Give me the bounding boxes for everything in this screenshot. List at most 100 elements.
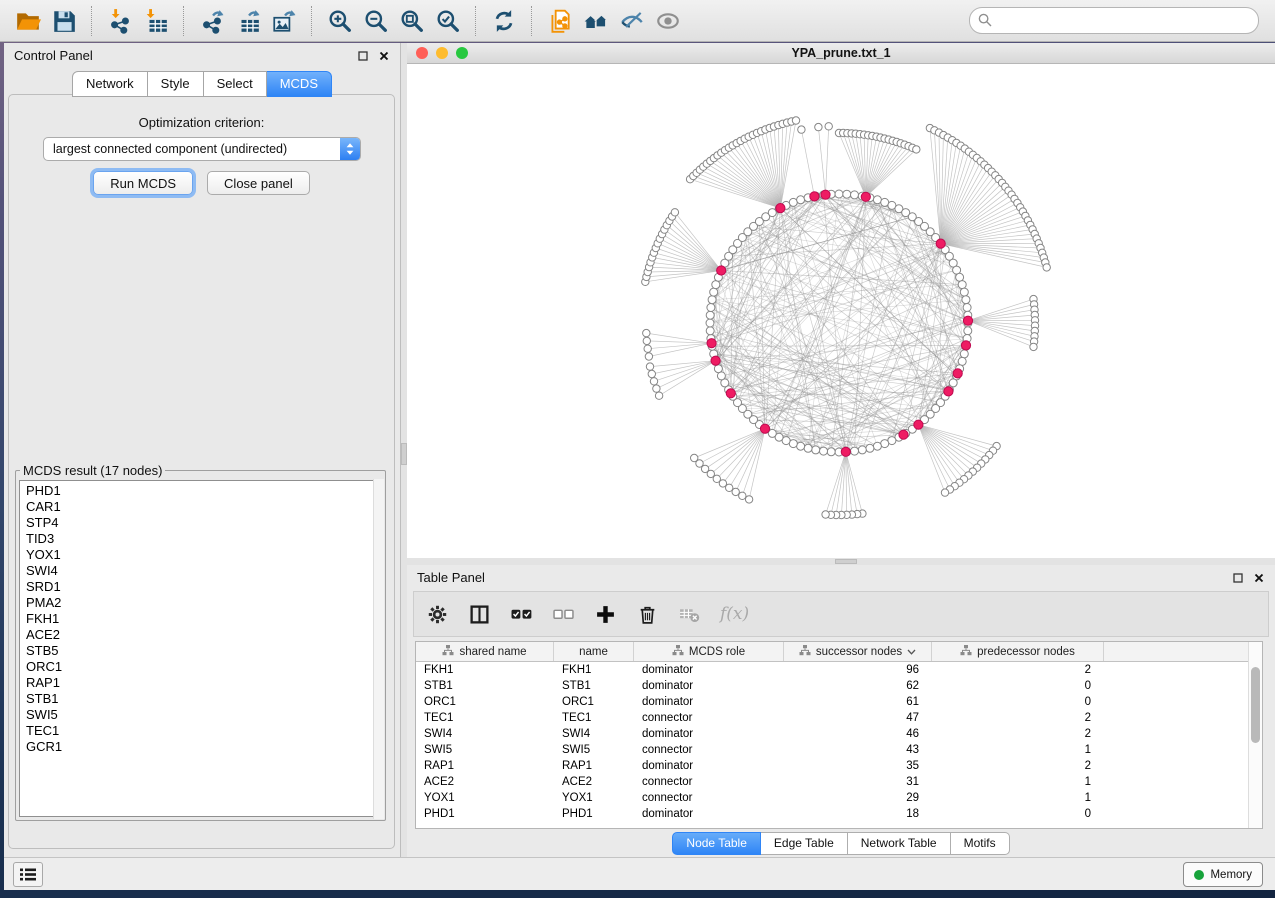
table-row[interactable]: SWI5SWI5connector431 [416,742,1262,758]
table-row[interactable]: STB1STB1dominator620 [416,678,1262,694]
graph-node[interactable] [798,126,805,133]
mcds-result-item[interactable]: PHD1 [20,483,381,499]
mcds-result-item[interactable]: SWI4 [20,563,381,579]
graph-node[interactable] [710,288,718,296]
mcds-result-item[interactable]: STB5 [20,643,381,659]
tab-style[interactable]: Style [148,71,204,97]
mcds-result-item[interactable]: SRD1 [20,579,381,595]
graph-hub-node[interactable] [944,387,953,396]
graph-node[interactable] [644,345,651,352]
graph-node[interactable] [712,281,720,289]
graph-node[interactable] [655,392,662,399]
graph-node[interactable] [1030,343,1037,350]
graph-node[interactable] [858,446,866,454]
tab-edge-table[interactable]: Edge Table [761,832,848,855]
graph-hub-node[interactable] [711,356,720,365]
select-all-icon[interactable] [510,602,532,626]
table-row[interactable]: TEC1TEC1connector472 [416,710,1262,726]
delete-column-icon[interactable] [678,602,700,626]
graph-node[interactable] [960,350,968,358]
graph-node[interactable] [650,378,657,385]
graph-node[interactable] [707,304,715,312]
graph-hub-node[interactable] [899,430,908,439]
delete-icon[interactable] [636,602,658,626]
column-header-shared-name[interactable]: shared name [416,642,554,661]
graph-node[interactable] [820,447,828,455]
graph-node[interactable] [646,363,653,370]
table-row[interactable]: FKH1FKH1dominator962 [416,662,1262,678]
bundled-apps-icon[interactable] [578,3,614,39]
graph-node[interactable] [797,196,805,204]
graph-hub-node[interactable] [914,420,923,429]
graph-node[interactable] [1043,264,1050,271]
criterion-dropdown[interactable]: largest connected component (undirected) [43,137,361,161]
graph-node[interactable] [812,446,820,454]
graph-hub-node[interactable] [821,190,830,199]
graph-node[interactable] [691,454,698,461]
add-icon[interactable] [594,602,616,626]
graph-node[interactable] [648,370,655,377]
graph-node[interactable] [706,319,714,327]
graph-node[interactable] [958,357,966,365]
graph-node[interactable] [645,353,652,360]
mcds-result-item[interactable]: ACE2 [20,627,381,643]
graph-node[interactable] [745,496,752,503]
mcds-result-item[interactable]: SWI5 [20,707,381,723]
clone-network-icon[interactable] [542,3,578,39]
graph-node[interactable] [804,444,812,452]
export-image-icon[interactable] [266,3,302,39]
run-mcds-button[interactable]: Run MCDS [93,171,193,195]
graph-hub-node[interactable] [936,239,945,248]
zoom-in-icon[interactable] [322,3,358,39]
column-header-predecessor-nodes[interactable]: predecessor nodes [932,642,1104,661]
columns-icon[interactable] [468,602,490,626]
graph-node[interactable] [866,444,874,452]
mcds-result-item[interactable]: YOX1 [20,547,381,563]
export-table-icon[interactable] [230,3,266,39]
task-history-button[interactable] [13,862,43,887]
mcds-result-item[interactable]: TEC1 [20,723,381,739]
tab-network[interactable]: Network [72,71,148,97]
graph-node[interactable] [873,196,881,204]
graph-hub-node[interactable] [776,204,785,213]
graph-node[interactable] [851,447,859,455]
mcds-result-item[interactable]: PMA2 [20,595,381,611]
graph-node[interactable] [843,190,851,198]
mcds-result-item[interactable]: STP4 [20,515,381,531]
tab-motifs[interactable]: Motifs [951,832,1010,855]
import-table-icon[interactable] [138,3,174,39]
mcds-result-item[interactable]: GCR1 [20,739,381,755]
table-row[interactable]: ACE2ACE2connector311 [416,774,1262,790]
deselect-all-icon[interactable] [552,602,574,626]
graph-node[interactable] [827,448,835,456]
graph-node[interactable] [706,311,714,319]
graph-node[interactable] [792,117,799,124]
zoom-fit-icon[interactable] [394,3,430,39]
memory-button[interactable]: Memory [1183,862,1263,887]
graph-node[interactable] [881,440,889,448]
zoom-selected-icon[interactable] [430,3,466,39]
graph-node[interactable] [739,492,746,499]
graph-node[interactable] [706,327,714,335]
mcds-result-item[interactable]: ORC1 [20,659,381,675]
graph-hub-node[interactable] [963,316,972,325]
tab-mcds[interactable]: MCDS [267,71,332,97]
table-row[interactable]: RAP1RAP1dominator352 [416,758,1262,774]
close-panel-icon[interactable] [378,50,390,62]
mcds-result-item[interactable]: CAR1 [20,499,381,515]
graph-hub-node[interactable] [760,424,769,433]
graph-node[interactable] [958,281,966,289]
show-details-icon[interactable] [650,3,686,39]
graph-node[interactable] [708,296,716,304]
graph-node[interactable] [963,304,971,312]
graph-node[interactable] [825,123,832,130]
hide-details-icon[interactable] [614,3,650,39]
save-icon[interactable] [46,3,82,39]
graph-hub-node[interactable] [707,339,716,348]
tab-node-table[interactable]: Node Table [672,832,761,855]
network-window-titlebar[interactable]: YPA_prune.txt_1 [407,43,1275,64]
graph-node[interactable] [714,365,722,373]
graph-node[interactable] [873,442,881,450]
network-canvas[interactable] [407,64,1275,558]
mcds-result-item[interactable]: TID3 [20,531,381,547]
